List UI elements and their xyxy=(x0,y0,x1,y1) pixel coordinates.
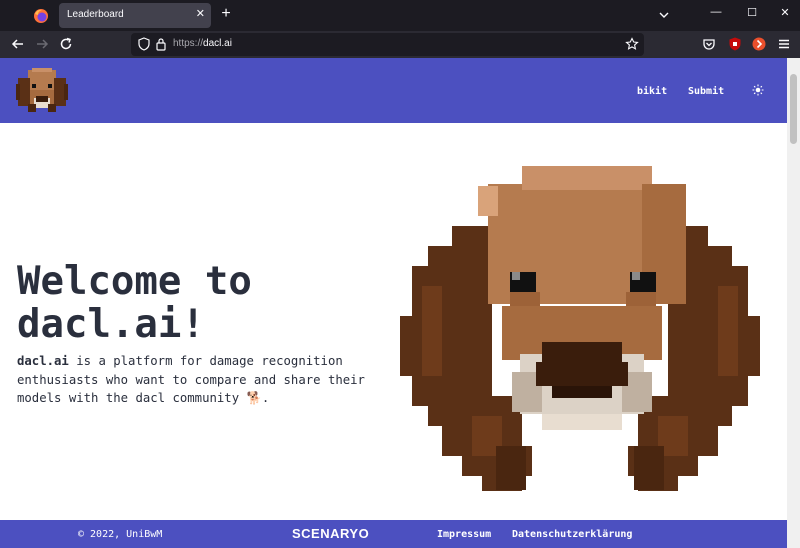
browser-tab-active[interactable]: Leaderboard ✕ xyxy=(59,3,211,28)
url-bar[interactable]: https://dacl.ai xyxy=(131,33,644,56)
forward-icon[interactable] xyxy=(34,36,50,52)
site-footer: © 2022, UniBwM SCENARYO Impressum Datens… xyxy=(0,520,787,548)
shield-icon[interactable] xyxy=(137,37,151,51)
menu-icon[interactable] xyxy=(776,36,792,52)
sun-icon[interactable] xyxy=(752,84,764,96)
dog-illustration xyxy=(400,166,760,491)
hero-brand-name: dacl.ai xyxy=(17,354,69,368)
hero-description-text: is a platform for damage recognition ent… xyxy=(17,354,365,405)
nav-link-bikit[interactable]: bikit xyxy=(637,86,667,97)
minimize-button[interactable]: — xyxy=(706,6,726,24)
ublock-icon[interactable] xyxy=(727,36,743,52)
firefox-icon[interactable] xyxy=(33,8,49,24)
site-header: bikit Submit xyxy=(0,58,787,123)
tab-close-icon[interactable]: ✕ xyxy=(196,7,205,20)
hero-description: dacl.ai is a platform for damage recogni… xyxy=(17,352,397,408)
extension-icon[interactable] xyxy=(751,36,767,52)
nav-link-submit[interactable]: Submit xyxy=(688,86,724,97)
tab-title: Leaderboard xyxy=(67,9,124,20)
browser-toolbar: https://dacl.ai xyxy=(0,31,800,58)
pocket-icon[interactable] xyxy=(701,36,717,52)
bookmark-star-icon[interactable] xyxy=(625,37,639,51)
footer-link-impressum[interactable]: Impressum xyxy=(437,529,491,540)
footer-link-privacy[interactable]: Datenschutzerklärung xyxy=(512,529,632,540)
back-icon[interactable] xyxy=(10,36,26,52)
maximize-button[interactable]: ☐ xyxy=(742,6,762,24)
dacl-logo[interactable] xyxy=(16,68,68,114)
hero-title: Welcome to dacl.ai! xyxy=(17,259,252,347)
window-close-button[interactable]: ✕ xyxy=(775,6,795,24)
url-text[interactable]: https://dacl.ai xyxy=(173,38,232,49)
browser-tab-bar: Leaderboard ✕ + — ☐ ✕ xyxy=(0,0,800,31)
footer-brand-logo[interactable]: SCENARYO xyxy=(292,526,369,541)
footer-copyright: © 2022, UniBwM xyxy=(78,529,163,540)
scrollbar-thumb[interactable] xyxy=(790,74,797,144)
lock-icon[interactable] xyxy=(155,37,167,51)
new-tab-button[interactable]: + xyxy=(218,5,234,23)
reload-icon[interactable] xyxy=(58,36,74,52)
page-scrollbar[interactable] xyxy=(787,58,800,548)
page-viewport: bikit Submit Welcome to dacl.ai! dacl.ai… xyxy=(0,58,787,548)
chevron-down-icon[interactable] xyxy=(657,8,671,22)
